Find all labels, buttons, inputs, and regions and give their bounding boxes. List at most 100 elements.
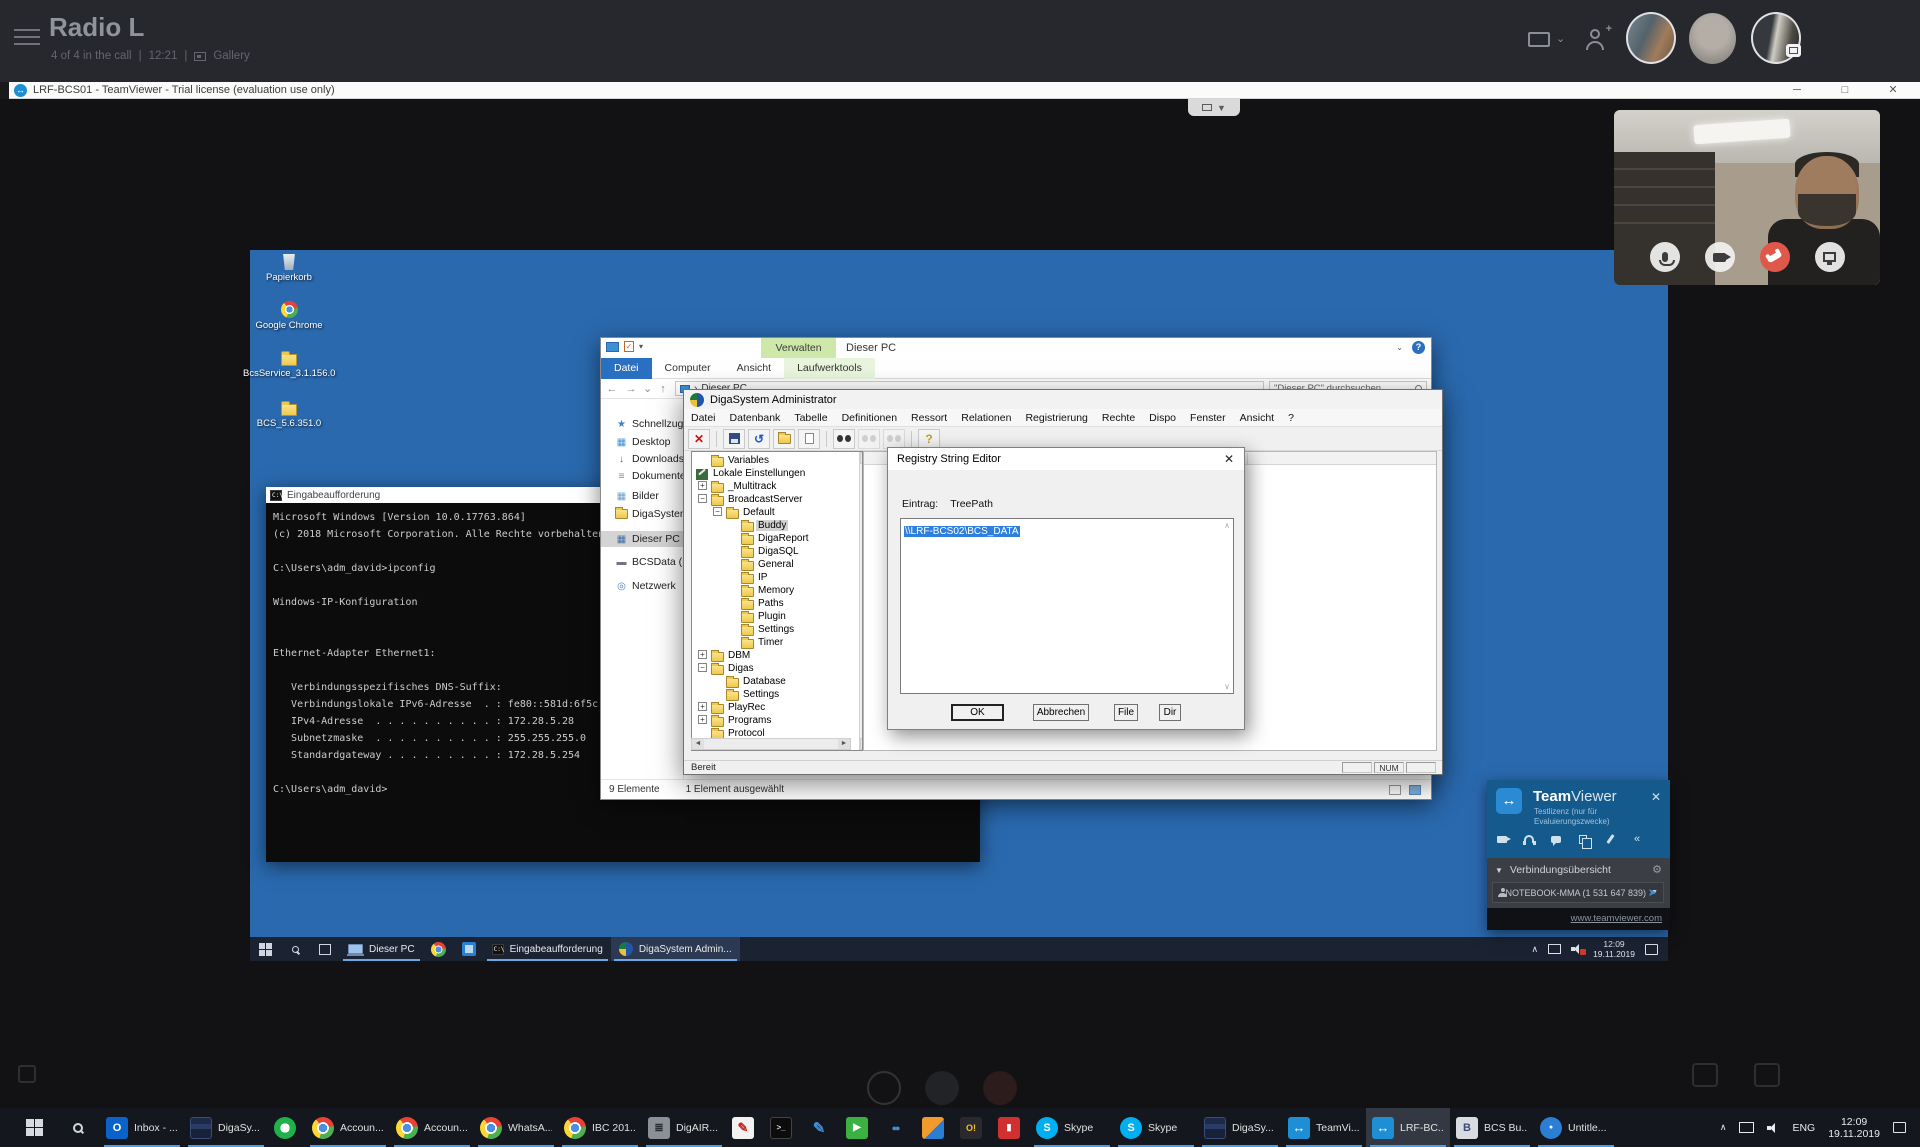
sidebar-item-dieser-pc[interactable]: ▦Dieser PC [601, 531, 684, 547]
taskbar-o-dark[interactable] [954, 1108, 992, 1147]
desktop-icon-papierkorb[interactable]: Papierkorb [243, 250, 335, 283]
action-center-icon[interactable] [1893, 1122, 1906, 1133]
faded-fullscreen-icon[interactable] [1692, 1063, 1718, 1087]
tree-node-digasql[interactable]: DigaSQL [692, 545, 862, 558]
connection-overview-row[interactable]: ▼ Verbindungsübersicht [1495, 864, 1611, 876]
teamviewer-toolbar-collapsed[interactable]: ▼ [1188, 99, 1240, 116]
tree-node--multitrack[interactable]: +_Multitrack [692, 480, 862, 493]
video-camera-button[interactable] [1495, 832, 1509, 846]
minimize-button[interactable]: ─ [1782, 82, 1812, 99]
thumbnail-view-icon[interactable] [1409, 785, 1421, 795]
menu-datei[interactable]: Datei [684, 409, 723, 427]
menu-fenster[interactable]: Fenster [1183, 409, 1233, 427]
tree-node-variables[interactable]: Variables [692, 454, 862, 467]
scroll-down-icon[interactable]: ∨ [1224, 682, 1230, 691]
sidebar-item-schnellzugriff[interactable]: ★Schnellzugriff [601, 416, 684, 432]
undo-button[interactable]: ↺ [748, 429, 770, 449]
help-button[interactable]: ? [918, 429, 940, 449]
faded-settings-icon[interactable] [1754, 1063, 1780, 1087]
share-screen-button[interactable] [1815, 242, 1845, 272]
desktop-icon-google-chrome[interactable]: Google Chrome [243, 298, 335, 331]
layout-picker-button[interactable]: ⌄ [1528, 31, 1568, 49]
tree-node-dbm[interactable]: +DBM [692, 649, 862, 662]
taskbar-ibc-201-[interactable]: IBC 201... [558, 1108, 642, 1147]
tray-expand-icon[interactable]: ∧ [1720, 1122, 1727, 1133]
tree-node-database[interactable]: Database [692, 675, 862, 688]
collapse-minus-icon[interactable]: − [691, 468, 692, 477]
taskbar-untitle-[interactable]: Untitle... [1534, 1108, 1618, 1147]
scroll-up-icon[interactable]: ∧ [1224, 521, 1230, 530]
taskbar-lrf-bc-[interactable]: LRF-BC... [1366, 1108, 1450, 1147]
remote-clock[interactable]: 12:09 19.11.2019 [1593, 939, 1635, 959]
faded-hangup-button[interactable] [983, 1071, 1017, 1105]
taskbar-skype[interactable]: Skype [1030, 1108, 1114, 1147]
add-participant-button[interactable]: + [1584, 27, 1610, 53]
tree-node-digareport[interactable]: DigaReport [692, 532, 862, 545]
taskbar-pencil[interactable] [802, 1108, 840, 1147]
faded-share-button[interactable] [867, 1071, 901, 1105]
sidebar-item-dokumente[interactable]: ≡Dokumente [601, 468, 684, 484]
file-button[interactable]: File [1114, 704, 1138, 721]
sidebar-item-bilder[interactable]: ▦Bilder [601, 488, 684, 504]
up-button[interactable]: ↑ [656, 383, 670, 395]
collapse-minus-icon[interactable]: − [698, 663, 707, 672]
tree-node-general[interactable]: General [692, 558, 862, 571]
forward-button[interactable]: → [624, 383, 638, 395]
remote-taskbar-app-tile[interactable] [454, 937, 484, 961]
details-view-icon[interactable] [1389, 785, 1401, 795]
expand-plus-icon[interactable]: + [698, 715, 707, 724]
maximize-button[interactable]: □ [1830, 82, 1860, 99]
tree-node-buddy[interactable]: Buddy [692, 519, 862, 532]
menu-rechte[interactable]: Rechte [1095, 409, 1142, 427]
find-button[interactable] [833, 429, 855, 449]
remote-taskbar-eingabeaufforderung[interactable]: C:\Eingabeaufforderung [484, 937, 611, 961]
menu-registrierung[interactable]: Registrierung [1018, 409, 1094, 427]
explorer-titlebar[interactable]: ✓ ▾ Verwalten Dieser PC ─ □ ✕ [601, 338, 1431, 358]
find-prev-button[interactable] [883, 429, 905, 449]
sidebar-item-desktop[interactable]: ▦Desktop [601, 434, 684, 450]
taskbar-red-tool[interactable] [726, 1108, 764, 1147]
tree-horizontal-scrollbar[interactable]: ◄ ► [691, 738, 851, 750]
taskbar-accoun-[interactable]: Accoun... [306, 1108, 390, 1147]
faded-corner-icon[interactable] [18, 1065, 36, 1083]
remote-search-button[interactable] [280, 937, 310, 961]
search-button[interactable] [56, 1108, 100, 1147]
tree-node-timer[interactable]: Timer [692, 636, 862, 649]
taskbar-digasy-[interactable]: DigaSy... [184, 1108, 268, 1147]
taskbar-cmd[interactable] [764, 1108, 802, 1147]
camera-button[interactable] [1705, 242, 1735, 272]
sidebar-item-downloads[interactable]: ↓Downloads [601, 451, 684, 467]
help-icon[interactable]: ? [1412, 341, 1425, 354]
back-button[interactable]: ← [605, 383, 619, 395]
menu-tabelle[interactable]: Tabelle [787, 409, 834, 427]
tree-node-settings[interactable]: Settings [692, 623, 862, 636]
close-icon[interactable]: ✕ [1214, 448, 1244, 470]
tree-node-memory[interactable]: Memory [692, 584, 862, 597]
remote-taskbar-dieser-pc[interactable]: Dieser PC [340, 937, 423, 961]
gear-icon[interactable]: ⚙ [1652, 863, 1662, 876]
menu-datenbank[interactable]: Datenbank [723, 409, 788, 427]
desktop-icon-bcs-5-6-351-0[interactable]: BCS_5.6.351.0 [243, 396, 335, 429]
faded-mute-button[interactable] [925, 1071, 959, 1105]
taskbar-play[interactable] [840, 1108, 878, 1147]
ok-button[interactable]: OK [951, 704, 1004, 721]
sidebar-item-digasystem[interactable]: DigaSystem [601, 506, 684, 522]
hang-up-button[interactable] [1760, 242, 1790, 272]
tree-node-ip[interactable]: IP [692, 571, 862, 584]
taskbar-people[interactable] [878, 1108, 916, 1147]
dialog-titlebar[interactable]: Registry String Editor ✕ [888, 448, 1244, 470]
collapse-minus-icon[interactable]: − [713, 507, 722, 516]
tree-node-plugin[interactable]: Plugin [692, 610, 862, 623]
remote-taskbar-digasystem-admin-[interactable]: DigaSystem Admin... [611, 937, 740, 961]
speaker-muted-icon[interactable] [1571, 944, 1583, 954]
history-chevron[interactable]: ⌄ [643, 382, 651, 395]
tab-ansicht[interactable]: Ansicht [724, 358, 784, 379]
abbrechen-button[interactable]: Abbrechen [1033, 704, 1089, 721]
connection-item[interactable]: NOTEBOOK-MMA (1 531 647 839) ▼ ➤ [1492, 882, 1664, 903]
taskbar-orange-app[interactable] [916, 1108, 954, 1147]
tree-node-default[interactable]: −Default [692, 506, 862, 519]
brush-button[interactable] [1603, 832, 1617, 846]
taskbar-digasy-[interactable]: DigaSy... [1198, 1108, 1282, 1147]
dir-button[interactable]: Dir [1159, 704, 1181, 721]
avatar-participant-2[interactable] [1689, 13, 1736, 64]
